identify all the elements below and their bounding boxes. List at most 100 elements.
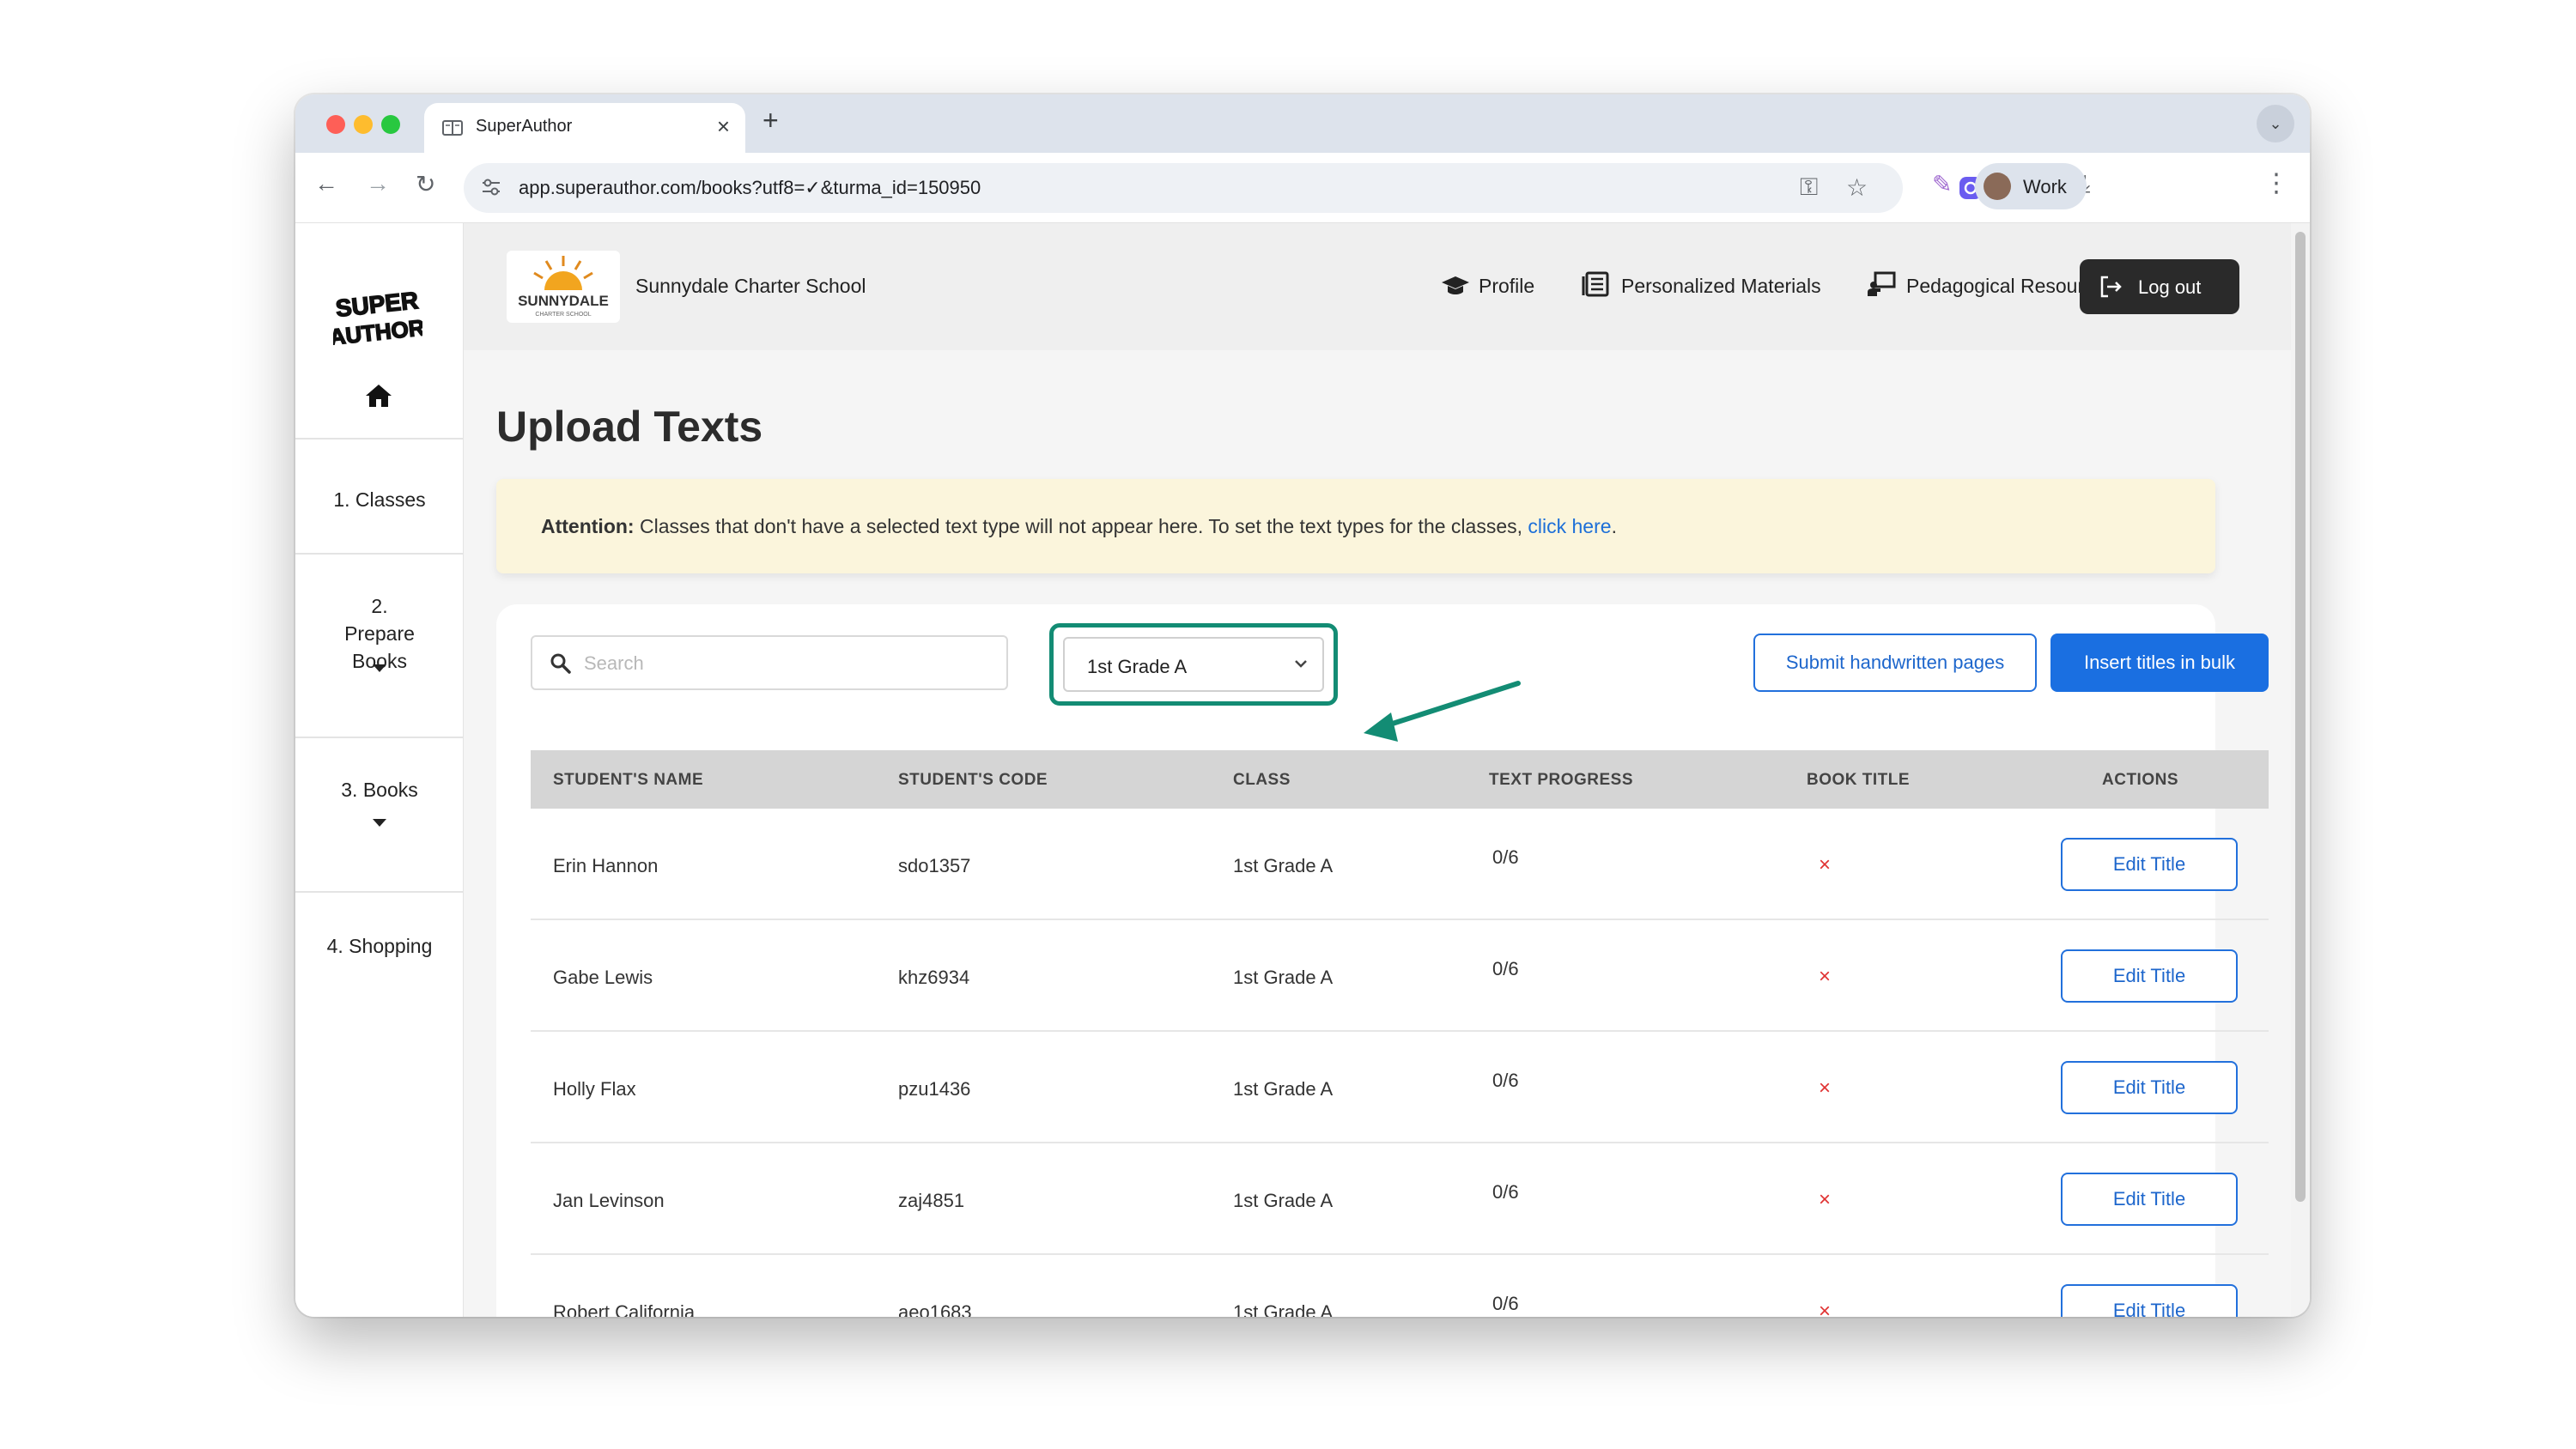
sidebar-divider xyxy=(295,553,464,555)
profile-chip[interactable]: Work xyxy=(1975,163,2087,209)
student-code: pzu1436 xyxy=(898,1078,971,1100)
student-code: zaj4851 xyxy=(898,1190,965,1211)
table-row: Holly Flax pzu1436 1st Grade A 0/6 × Edi… xyxy=(531,1032,2269,1143)
class-select[interactable]: 1st Grade A xyxy=(1063,637,1324,692)
text-progress: 0/6 xyxy=(1492,1293,1519,1314)
school-logo-subtext: CHARTER SCHOOL xyxy=(535,312,591,318)
school-logo: SUNNYDALE CHARTER SCHOOL xyxy=(507,251,620,323)
close-tab-icon[interactable]: × xyxy=(717,113,730,140)
url-text: app.superauthor.com/books?utf8=✓&turma_i… xyxy=(519,177,981,198)
tab-search-icon[interactable]: ⌄ xyxy=(2257,105,2294,142)
text-progress: 0/6 xyxy=(1492,846,1519,868)
back-icon[interactable]: ← xyxy=(314,170,338,197)
search-icon xyxy=(550,653,571,674)
student-class: 1st Grade A xyxy=(1233,967,1334,988)
student-name: Jan Levinson xyxy=(553,1190,665,1211)
sidebar-divider xyxy=(295,737,464,738)
book-favicon-icon xyxy=(442,120,463,136)
student-class: 1st Grade A xyxy=(1233,1078,1334,1100)
sidebar-item-prepare-books[interactable]: 2. Prepare Books xyxy=(295,592,464,675)
student-name: Erin Hannon xyxy=(553,855,659,876)
logout-label: Log out xyxy=(2138,276,2202,298)
new-tab-button[interactable]: + xyxy=(762,105,779,136)
graduation-cap-icon[interactable] xyxy=(1441,271,1470,297)
col-class: CLASS xyxy=(1233,771,1291,789)
col-book-title: BOOK TITLE xyxy=(1807,771,1911,789)
page-scrollbar[interactable] xyxy=(2291,223,2310,1317)
text-progress: 0/6 xyxy=(1492,1181,1519,1203)
password-key-icon[interactable]: ⚿ xyxy=(1800,173,1818,202)
insert-titles-bulk-button[interactable]: Insert titles in bulk xyxy=(2050,634,2269,692)
nav-personalized-materials[interactable]: Personalized Materials xyxy=(1621,275,1821,298)
teacher-board-icon[interactable] xyxy=(1867,271,1896,297)
caret-down-icon[interactable] xyxy=(373,819,386,827)
sidebar-divider xyxy=(295,891,464,893)
nav-profile[interactable]: Profile xyxy=(1479,275,1534,298)
alert-click-here-link[interactable]: click here xyxy=(1528,515,1611,537)
caret-down-icon[interactable] xyxy=(373,664,386,672)
scrollbar-thumb[interactable] xyxy=(2295,232,2306,1202)
edit-title-button[interactable]: Edit Title xyxy=(2061,1284,2238,1317)
edit-title-button[interactable]: Edit Title xyxy=(2061,1061,2238,1114)
home-icon[interactable] xyxy=(364,383,393,409)
table-row: Gabe Lewis khz6934 1st Grade A 0/6 × Edi… xyxy=(531,920,2269,1032)
col-students-code: STUDENT'S CODE xyxy=(898,771,1048,789)
submit-handwritten-pages-button[interactable]: Submit handwritten pages xyxy=(1753,634,2037,692)
search-field[interactable] xyxy=(531,635,1008,690)
main-content: SUNNYDALE CHARTER SCHOOL Sunnydale Chart… xyxy=(464,223,2310,1317)
missing-title-x-icon: × xyxy=(1819,1300,1832,1317)
maximize-window-button[interactable] xyxy=(381,115,400,134)
page-title: Upload Texts xyxy=(496,403,763,451)
missing-title-x-icon: × xyxy=(1819,1188,1832,1211)
logout-button[interactable]: Log out xyxy=(2080,259,2239,314)
site-settings-icon[interactable] xyxy=(479,175,503,199)
col-text-progress: TEXT PROGRESS xyxy=(1489,771,1634,789)
school-name: Sunnydale Charter School xyxy=(635,275,866,297)
close-window-button[interactable] xyxy=(326,115,345,134)
student-name: Gabe Lewis xyxy=(553,967,653,988)
edit-title-button[interactable]: Edit Title xyxy=(2061,1173,2238,1226)
forward-icon[interactable]: → xyxy=(366,170,390,197)
profile-avatar xyxy=(1984,173,2011,200)
alert-body: Classes that don't have a selected text … xyxy=(634,515,1528,537)
edit-title-button[interactable]: Edit Title xyxy=(2061,949,2238,1003)
web-page: SUPER AUTHOR 1. Classes 2. Prepare Books… xyxy=(295,223,2310,1317)
attention-alert: Attention: Classes that don't have a sel… xyxy=(496,479,2215,573)
student-class: 1st Grade A xyxy=(1233,1301,1334,1317)
text-progress: 0/6 xyxy=(1492,958,1519,979)
reload-icon[interactable]: ↻ xyxy=(416,170,435,198)
sidebar-item-shopping[interactable]: 4. Shopping xyxy=(295,932,464,960)
profile-label: Work xyxy=(2023,176,2067,197)
materials-book-icon[interactable] xyxy=(1582,271,1611,297)
missing-title-x-icon: × xyxy=(1819,965,1832,988)
edit-title-button[interactable]: Edit Title xyxy=(2061,838,2238,891)
missing-title-x-icon: × xyxy=(1819,853,1832,876)
pen-extension-icon[interactable]: ✎ xyxy=(1932,170,1952,198)
tab-title: SuperAuthor xyxy=(476,117,573,136)
sidebar: SUPER AUTHOR 1. Classes 2. Prepare Books… xyxy=(295,223,464,1317)
table-row: Erin Hannon sdo1357 1st Grade A 0/6 × Ed… xyxy=(531,809,2269,920)
table-row: Robert California aeo1683 1st Grade A 0/… xyxy=(531,1255,2269,1317)
col-students-name: STUDENT'S NAME xyxy=(553,771,704,789)
chevron-down-icon xyxy=(1295,660,1307,668)
search-input[interactable] xyxy=(584,647,987,680)
browser-menu-icon[interactable]: ⋮ xyxy=(2263,168,2289,198)
alert-suffix: . xyxy=(1611,515,1617,537)
sidebar-divider xyxy=(295,438,464,440)
sidebar-item-classes[interactable]: 1. Classes xyxy=(295,486,464,513)
address-bar[interactable]: app.superauthor.com/books?utf8=✓&turma_i… xyxy=(464,163,1903,213)
logout-icon xyxy=(2100,276,2122,298)
bookmark-star-icon[interactable]: ☆ xyxy=(1846,173,1868,202)
annotation-arrow-icon xyxy=(1364,681,1521,742)
browser-toolbar: ← → ↻ app.superauthor.com/books?utf8=✓&t… xyxy=(295,153,2310,223)
student-name: Holly Flax xyxy=(553,1078,636,1100)
sidebar-item-books[interactable]: 3. Books xyxy=(295,776,464,803)
minimize-window-button[interactable] xyxy=(354,115,373,134)
table-row: Jan Levinson zaj4851 1st Grade A 0/6 × E… xyxy=(531,1143,2269,1255)
student-code: sdo1357 xyxy=(898,855,971,876)
school-header: SUNNYDALE CHARTER SCHOOL Sunnydale Chart… xyxy=(464,223,2310,350)
sun-logo-icon: SUNNYDALE CHARTER SCHOOL xyxy=(518,256,609,318)
student-code: aeo1683 xyxy=(898,1301,972,1317)
superauthor-logo[interactable]: SUPER AUTHOR xyxy=(333,287,422,345)
browser-tab[interactable]: SuperAuthor × xyxy=(424,103,745,153)
